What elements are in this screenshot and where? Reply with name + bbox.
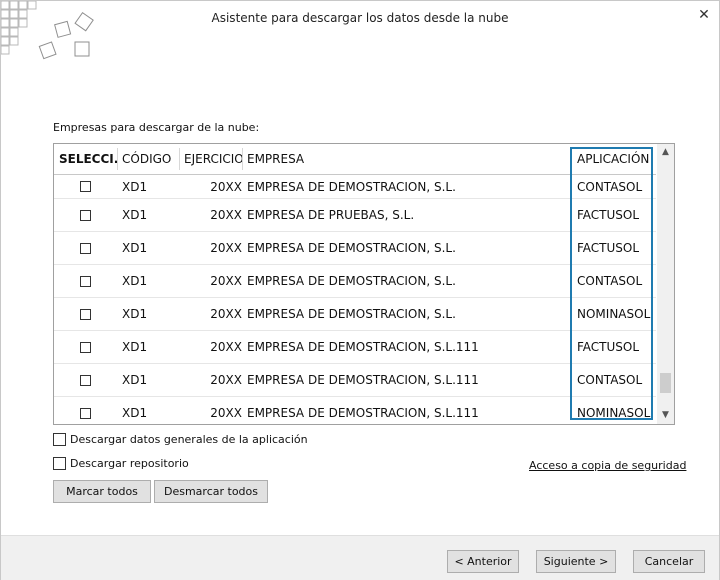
cell-aplicacion: NOMINASOL (577, 406, 651, 420)
next-button[interactable]: Siguiente > (536, 550, 616, 573)
cell-empresa: EMPRESA DE DEMOSTRACION, S.L.111 (247, 373, 479, 387)
table-row[interactable]: XD1 20XX EMPRESA DE DEMOSTRACION, S.L.11… (54, 331, 656, 364)
cell-ejercicio: 20XX (210, 208, 242, 222)
cell-codigo: XD1 (122, 340, 148, 354)
scroll-up-icon[interactable]: ▲ (657, 144, 674, 161)
cell-ejercicio: 20XX (210, 241, 242, 255)
row-checkbox[interactable] (80, 275, 91, 287)
row-checkbox[interactable] (80, 181, 91, 192)
cell-ejercicio: 20XX (210, 373, 242, 387)
cell-codigo: XD1 (122, 406, 148, 420)
cell-codigo: XD1 (122, 241, 148, 255)
cell-ejercicio: 20XX (210, 406, 242, 420)
download-repo-option[interactable]: Descargar repositorio (53, 457, 189, 470)
scroll-down-icon[interactable]: ▼ (657, 407, 674, 424)
cell-codigo: XD1 (122, 307, 148, 321)
column-divider[interactable] (179, 148, 180, 170)
cell-empresa: EMPRESA DE DEMOSTRACION, S.L. (247, 307, 456, 321)
cell-empresa: EMPRESA DE DEMOSTRACION, S.L. (247, 179, 456, 194)
table-row[interactable]: XD1 20XX EMPRESA DE DEMOSTRACION, S.L. F… (54, 232, 656, 265)
cell-aplicacion: FACTUSOL (577, 340, 640, 354)
row-checkbox[interactable] (80, 407, 91, 419)
backup-link[interactable]: Acceso a copia de seguridad (529, 459, 686, 472)
download-general-checkbox[interactable] (53, 433, 66, 446)
column-divider[interactable] (117, 148, 118, 170)
table-body: XD1 20XX EMPRESA DE DEMOSTRACION, S.L. C… (54, 175, 656, 424)
cell-ejercicio: 20XX (210, 307, 242, 321)
table-row[interactable]: XD1 20XX EMPRESA DE PRUEBAS, S.L. FACTUS… (54, 199, 656, 232)
cell-codigo: XD1 (122, 179, 148, 194)
column-divider[interactable] (242, 148, 243, 170)
cell-empresa: EMPRESA DE DEMOSTRACION, S.L. (247, 274, 456, 288)
column-header-seleccion[interactable]: SELECCI... (59, 144, 117, 174)
cell-empresa: EMPRESA DE DEMOSTRACION, S.L.111 (247, 340, 479, 354)
window-title: Asistente para descargar los datos desde… (211, 11, 509, 25)
row-checkbox[interactable] (80, 242, 91, 254)
download-repo-label: Descargar repositorio (70, 457, 189, 470)
vertical-scrollbar[interactable]: ▲ ▼ (657, 144, 674, 424)
cell-aplicacion: CONTASOL (577, 274, 643, 288)
table-row[interactable]: XD1 20XX EMPRESA DE DEMOSTRACION, S.L.11… (54, 397, 656, 424)
column-header-codigo[interactable]: CÓDIGO (122, 144, 178, 174)
row-checkbox[interactable] (80, 374, 91, 386)
row-checkbox[interactable] (80, 341, 91, 353)
cell-codigo: XD1 (122, 274, 148, 288)
table-row[interactable]: XD1 20XX EMPRESA DE DEMOSTRACION, S.L. C… (54, 265, 656, 298)
back-button[interactable]: < Anterior (447, 550, 519, 573)
cell-empresa: EMPRESA DE DEMOSTRACION, S.L. (247, 241, 456, 255)
cell-aplicacion: CONTASOL (577, 373, 643, 387)
column-header-aplicacion[interactable]: APLICACIÓN (577, 144, 657, 174)
wizard-window: Asistente para descargar los datos desde… (0, 0, 720, 580)
column-divider[interactable] (570, 148, 571, 170)
cell-codigo: XD1 (122, 373, 148, 387)
row-checkbox[interactable] (80, 209, 91, 221)
column-header-ejercicio[interactable]: EJERCICIO (184, 144, 244, 174)
table-row[interactable]: XD1 20XX EMPRESA DE DEMOSTRACION, S.L. C… (54, 175, 656, 199)
cancel-button[interactable]: Cancelar (633, 550, 705, 573)
download-general-option[interactable]: Descargar datos generales de la aplicaci… (53, 433, 308, 446)
table-header: SELECCI... CÓDIGO EJERCICIO EMPRESA APLI… (54, 144, 656, 175)
table-row[interactable]: XD1 20XX EMPRESA DE DEMOSTRACION, S.L.11… (54, 364, 656, 397)
cell-aplicacion: NOMINASOL (577, 307, 651, 321)
close-icon[interactable]: ✕ (694, 5, 714, 25)
scroll-thumb[interactable] (660, 373, 671, 393)
cell-ejercicio: 20XX (210, 179, 242, 194)
download-repo-checkbox[interactable] (53, 457, 66, 470)
cell-ejercicio: 20XX (210, 274, 242, 288)
companies-label: Empresas para descargar de la nube: (53, 121, 260, 134)
cell-aplicacion: FACTUSOL (577, 208, 640, 222)
cell-empresa: EMPRESA DE PRUEBAS, S.L. (247, 208, 415, 222)
cell-ejercicio: 20XX (210, 340, 242, 354)
cell-aplicacion: FACTUSOL (577, 241, 640, 255)
row-checkbox[interactable] (80, 308, 91, 320)
unmark-all-button[interactable]: Desmarcar todos (154, 480, 268, 503)
download-general-label: Descargar datos generales de la aplicaci… (70, 433, 308, 446)
companies-table: SELECCI... CÓDIGO EJERCICIO EMPRESA APLI… (53, 143, 675, 425)
mark-all-button[interactable]: Marcar todos (53, 480, 151, 503)
cell-aplicacion: CONTASOL (577, 179, 643, 194)
cell-empresa: EMPRESA DE DEMOSTRACION, S.L.111 (247, 406, 479, 420)
column-header-empresa[interactable]: EMPRESA (247, 144, 567, 174)
cell-codigo: XD1 (122, 208, 148, 222)
table-row[interactable]: XD1 20XX EMPRESA DE DEMOSTRACION, S.L. N… (54, 298, 656, 331)
